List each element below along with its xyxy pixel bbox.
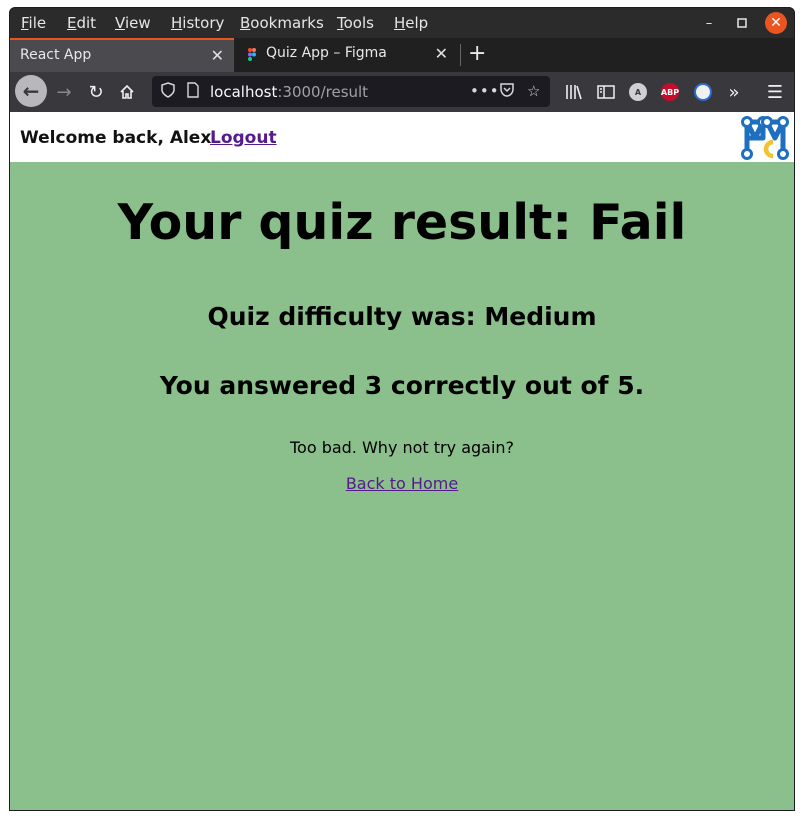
overflow-icon[interactable]: » <box>723 81 745 103</box>
minimize-icon[interactable]: – <box>698 12 720 34</box>
app-logo <box>741 116 789 160</box>
home-icon[interactable] <box>113 78 141 106</box>
extension-icon[interactable] <box>692 81 714 103</box>
sidebar-icon[interactable] <box>595 81 617 103</box>
menu-bookmarks[interactable]: Bookmarks <box>240 14 324 32</box>
result-heading: Your quiz result: Fail <box>117 194 687 251</box>
maximize-icon[interactable] <box>731 12 753 34</box>
score-text: You answered 3 correctly out of 5. <box>159 371 645 400</box>
forward-arrow-icon[interactable]: → <box>50 78 78 106</box>
bookmark-star-icon[interactable]: ☆ <box>527 82 540 100</box>
tab-label: React App <box>20 47 92 63</box>
new-tab-icon[interactable]: + <box>468 40 486 68</box>
menu-file[interactable]: File <box>21 14 46 32</box>
menu-bar: File Edit View History Bookmarks Tools H… <box>10 8 794 38</box>
logout-link[interactable]: Logout <box>210 128 277 148</box>
browser-window: File Edit View History Bookmarks Tools H… <box>9 7 795 811</box>
menu-help[interactable]: Help <box>394 14 428 32</box>
back-arrow-icon[interactable]: ← <box>15 75 47 107</box>
adblock-badge: ABP <box>661 83 679 101</box>
adblock-icon[interactable]: ABP <box>659 81 681 103</box>
tab-bar: React App ✕ Quiz App – Figma ✕ + <box>10 38 794 72</box>
library-icon[interactable] <box>563 81 585 103</box>
home-link-container: Back to Home <box>10 474 794 493</box>
page-actions-icon[interactable]: ••• <box>470 82 500 100</box>
close-window-icon[interactable]: ✕ <box>765 12 787 34</box>
tab-label: Quiz App – Figma <box>266 45 387 61</box>
account-icon[interactable]: A <box>627 81 649 103</box>
close-tab-icon[interactable]: ✕ <box>211 46 224 65</box>
back-to-home-link[interactable]: Back to Home <box>346 474 458 493</box>
tracking-shield-icon[interactable] <box>161 82 175 102</box>
page-content: Welcome back, Alex Logout Your quiz resu… <box>10 112 794 810</box>
welcome-text: Welcome back, Alex <box>20 128 212 148</box>
pocket-icon[interactable] <box>499 82 515 102</box>
tab-separator <box>460 44 461 66</box>
close-tab-icon[interactable]: ✕ <box>435 44 448 63</box>
extension-badge <box>694 83 712 101</box>
tab-quiz-figma[interactable]: Quiz App – Figma ✕ <box>234 38 458 72</box>
figma-icon <box>248 48 256 61</box>
app-header: Welcome back, Alex Logout <box>10 112 794 162</box>
page-info-icon[interactable] <box>187 82 199 102</box>
url-bar[interactable]: localhost:3000/result ••• ☆ <box>152 76 550 107</box>
menu-view[interactable]: View <box>115 14 151 32</box>
menu-tools[interactable]: Tools <box>337 14 374 32</box>
nav-bar: ← → ↻ localhost:3000/result ••• ☆ A ABP … <box>10 72 794 112</box>
tab-react-app[interactable]: React App ✕ <box>10 38 234 72</box>
url-text[interactable]: localhost:3000/result <box>210 83 368 101</box>
reload-icon[interactable]: ↻ <box>82 78 110 106</box>
menu-icon[interactable]: ☰ <box>764 81 786 103</box>
account-badge: A <box>629 83 647 101</box>
menu-edit[interactable]: Edit <box>67 14 96 32</box>
difficulty-text: Quiz difficulty was: Medium <box>207 302 597 331</box>
result-message: Too bad. Why not try again? <box>289 438 515 457</box>
menu-history[interactable]: History <box>171 14 224 32</box>
